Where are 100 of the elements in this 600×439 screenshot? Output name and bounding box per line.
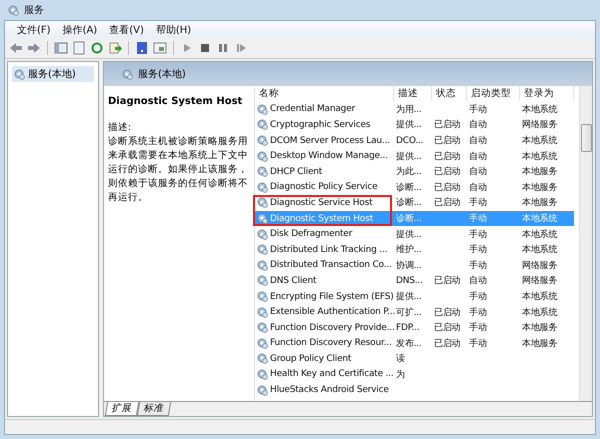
table-cell-text: 自动	[469, 166, 487, 178]
back-icon[interactable]	[9, 41, 23, 55]
table-row[interactable]: Function Discovery Resour... 发布... 已启动 手动 本地服务	[255, 336, 574, 352]
table-cell-text: 本地服务	[522, 166, 558, 178]
table-cell-text: 手动	[469, 104, 487, 116]
table-cell-text: 为此...	[396, 166, 422, 178]
table-cell-text: 已启动	[434, 118, 460, 132]
table-cell-text: 本地系统	[522, 290, 558, 304]
table-cell-text: 发布...	[396, 338, 422, 350]
table-cell-text: 为用...	[396, 104, 422, 116]
table-cell: Diagnostic Service Host	[270, 198, 372, 208]
table-cell-text: 诊断...	[396, 212, 422, 226]
table-cell-text: 本地系统	[522, 306, 558, 319]
column-header[interactable]: 名称	[255, 86, 394, 102]
table-cell-text: 本地服务	[522, 338, 558, 350]
console-tree-icon[interactable]	[54, 41, 68, 55]
table-cell-text: 本地系统	[522, 244, 558, 256]
pane-title: 服务(本地)	[138, 68, 186, 81]
table-cell: DCOM Server Process Lau...	[270, 136, 390, 146]
column-header[interactable]: 启动类型	[467, 86, 520, 102]
table-cell-text: 已启动	[434, 274, 460, 288]
table-cell-text: 手动	[469, 244, 487, 256]
table-cell-text: 本地服务	[522, 322, 558, 334]
table-row[interactable]: DNS Client DNS... 已启动 自动 网络服务	[255, 273, 574, 289]
description-label: 描述:	[108, 121, 132, 135]
table-cell-text: 已启动	[434, 306, 460, 319]
table-row[interactable]: Group Policy Client 读	[255, 351, 574, 367]
restart-icon[interactable]	[234, 41, 248, 55]
table-cell-text: 手动	[469, 290, 487, 304]
table-cell-text: 可扩...	[396, 306, 422, 319]
table-row[interactable]: HlueStacks Android Service	[255, 382, 574, 398]
menu-item[interactable]: 帮助(H)	[150, 22, 198, 36]
table-cell-text: 读	[396, 352, 405, 366]
table-cell: Credential Manager	[270, 104, 356, 114]
table-cell: DNS...	[396, 276, 423, 286]
table-row[interactable]: Credential Manager 为用... 手动 本地系统	[255, 102, 574, 118]
table-cell-text: 自动	[469, 182, 487, 194]
table-cell-text: 网络服务	[522, 274, 558, 288]
table-cell: DHCP Client	[270, 166, 322, 177]
stop-icon[interactable]	[198, 41, 212, 55]
table-cell-text: 本地服务	[522, 182, 558, 194]
menu-item[interactable]: 查看(V)	[103, 22, 150, 36]
scrollbar[interactable]	[579, 86, 592, 401]
pause-icon[interactable]	[216, 41, 230, 55]
service-title: Diagnostic System Host	[108, 96, 244, 107]
column-header[interactable]: 描述	[394, 86, 432, 102]
table-row[interactable]: Function Discovery Provide...FDP... 已启动 手动 本地服务	[255, 320, 574, 336]
table-cell-text: 本地系统	[522, 134, 558, 148]
table-cell: DCO...	[396, 136, 424, 146]
window-title: 服务	[24, 4, 44, 17]
column-header[interactable]: 登录为	[520, 86, 574, 102]
table-cell-text: 手动	[469, 212, 487, 226]
table-row[interactable]: Distributed Transaction Co... 协调... 手动 网络服务	[255, 258, 574, 274]
table-cell-text: 手动	[469, 306, 487, 319]
table-cell-text: 已启动	[434, 166, 460, 178]
table-cell-text: 协调...	[396, 260, 422, 272]
menu-item[interactable]: 操作(A)	[56, 22, 104, 36]
table-row[interactable]: Extensible Authentication P...可扩... 已启动 手动 本地系统	[255, 304, 574, 320]
table-row[interactable]: Desktop Window Manage... 提供... 已启动 自动 本地系统	[255, 148, 574, 164]
table-row[interactable]: Diagnostic Policy Service 诊断... 已启动 自动 本地服务	[255, 180, 574, 196]
table-cell-text: 提供...	[396, 290, 422, 304]
table-row[interactable]: Cryptographic Services 提供... 已启动 自动 网络服务	[255, 117, 574, 133]
table-cell: Encrypting File System (EFS)	[270, 292, 394, 302]
table-cell: HlueStacks Android Service	[270, 385, 389, 396]
window-icon[interactable]	[153, 41, 167, 55]
table-cell: Health Key and Certificate ...	[270, 369, 394, 380]
table-cell-text: 提供...	[396, 228, 422, 241]
table-row[interactable]: Health Key and Certificate ... 为	[255, 366, 574, 382]
view-tab[interactable]: 标准	[136, 402, 172, 416]
table-cell: Distributed Link Tracking ...	[270, 244, 388, 255]
properties-icon[interactable]	[72, 41, 86, 55]
table-cell-text: 手动	[469, 260, 487, 272]
column-header[interactable]: 状态	[432, 86, 467, 102]
table-cell-text: 自动	[469, 118, 487, 132]
table-cell: Cryptographic Services	[270, 120, 370, 130]
view-tab[interactable]: 扩展	[104, 402, 140, 416]
table-cell-text: 为	[396, 368, 405, 381]
table-cell-text: 自动	[469, 134, 487, 148]
table-row[interactable]: Encrypting File System (EFS) 提供... 手动 本地系统	[255, 288, 574, 304]
table-row[interactable]: Disk Defragmenter 提供... 手动 本地系统	[255, 226, 574, 242]
forward-icon[interactable]	[27, 41, 41, 55]
table-cell: Function Discovery Provide...	[270, 322, 395, 333]
table-cell-text: 已启动	[434, 196, 460, 210]
menu-item[interactable]: 文件(F)	[11, 22, 57, 36]
table-cell: Desktop Window Manage...	[270, 151, 388, 162]
tree-item[interactable]: 服务(本地)	[12, 66, 94, 82]
table-row[interactable]: Distributed Link Tracking ... 维护... 手动 本地系统	[255, 242, 574, 258]
table-cell: Function Discovery Resour...	[270, 338, 392, 348]
table-cell-text: 本地服务	[522, 196, 558, 210]
table-cell-text: 本地系统	[522, 212, 558, 226]
table-cell: FDP...	[396, 322, 420, 333]
table-cell: Diagnostic System Host	[270, 214, 373, 224]
table-cell: Disk Defragmenter	[270, 229, 352, 240]
table-row[interactable]: DHCP Client 为此... 已启动 自动 本地服务	[255, 164, 574, 180]
table-cell-text: 维护...	[396, 244, 422, 256]
table-row[interactable]: DCOM Server Process Lau... DCO... 已启动 自动 本地系统	[255, 132, 574, 148]
table-cell-text: 已启动	[434, 150, 460, 163]
table-cell: Extensible Authentication P...	[270, 307, 396, 318]
export-icon[interactable]	[108, 41, 122, 55]
table-cell-text: 本地系统	[522, 150, 558, 163]
